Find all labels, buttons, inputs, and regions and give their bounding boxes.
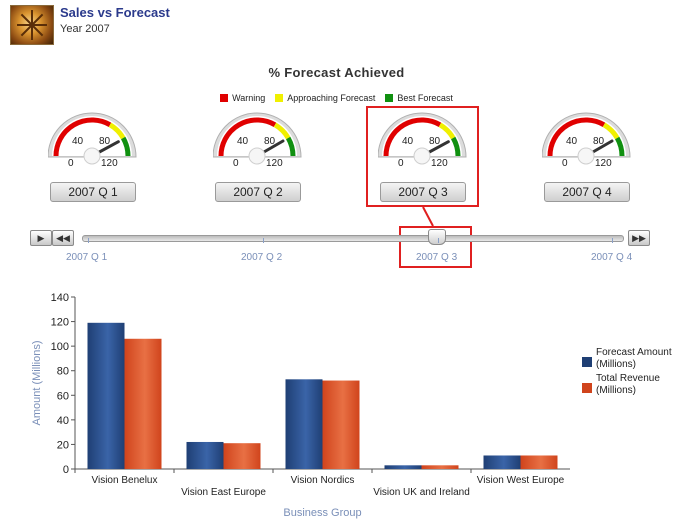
- fast-forward-icon: ▶▶: [632, 233, 646, 243]
- gauge-quarter-button[interactable]: 2007 Q 2: [215, 182, 301, 202]
- gauge-scale-label: 0: [68, 158, 74, 169]
- gauge-q1[interactable]: 0 40 80 120 2007 Q 1: [48, 108, 148, 203]
- rewind-icon: ◀◀: [56, 233, 70, 243]
- legend-item-revenue: Total Revenue (Millions): [582, 373, 672, 397]
- selected-gauge-highlight: [366, 106, 479, 207]
- bar-revenue: [421, 465, 459, 469]
- bar-revenue: [322, 380, 360, 469]
- gauge-scale-label: 0: [233, 158, 239, 169]
- bar-revenue: [520, 455, 558, 469]
- quarter-slider[interactable]: ▶ ◀◀ ▶▶: [30, 229, 652, 248]
- slider-tick-q3[interactable]: 2007 Q 3: [416, 252, 457, 263]
- legend-item-forecast: Forecast Amount (Millions): [582, 347, 672, 371]
- legend-swatch: [275, 94, 284, 102]
- legend-label-revenue: Total Revenue (Millions): [596, 373, 660, 396]
- bar-chart: 0 20 40 60 80 100 120 140 Vision Benelux Vision E…: [31, 292, 570, 519]
- slider-tick-mark: [263, 238, 264, 243]
- report-title: Sales vs Forecast: [60, 5, 170, 20]
- gauge-scale-label: 40: [237, 136, 249, 147]
- bar-forecast: [384, 465, 422, 469]
- gauge-section-title: % Forecast Achieved: [268, 65, 405, 80]
- legend-label: Approaching Forecast: [287, 93, 376, 103]
- legend-swatch: [220, 94, 229, 102]
- slider-thumb[interactable]: [428, 229, 446, 245]
- slider-tick-mark: [88, 238, 89, 243]
- y-tick-label: 20: [57, 439, 69, 451]
- gauge-q2[interactable]: 0 40 80 120 2007 Q 2: [213, 108, 313, 203]
- slider-tick-q4[interactable]: 2007 Q 4: [591, 252, 632, 263]
- y-tick-label: 120: [51, 317, 69, 329]
- gauge-hub: [577, 147, 595, 165]
- gauge-scale-label: 0: [562, 158, 568, 169]
- x-category-label: Vision Benelux: [92, 475, 158, 486]
- play-icon: ▶: [37, 233, 45, 243]
- bar-revenue: [124, 338, 162, 469]
- gauge-scale-label: 80: [99, 136, 111, 147]
- slider-tick-mark: [612, 238, 613, 243]
- gauge-scale-label: 120: [595, 158, 612, 169]
- gauge-scale-label: 80: [264, 136, 276, 147]
- bar-forecast: [87, 322, 125, 469]
- x-category-label: Vision Nordics: [291, 475, 355, 486]
- legend-swatch-revenue: [582, 383, 592, 393]
- gauge-scale-label: 120: [266, 158, 283, 169]
- bar-forecast: [285, 379, 323, 469]
- gauge-q4[interactable]: 0 40 80 120 2007 Q 4: [542, 108, 642, 203]
- gauge-scale-label: 120: [101, 158, 118, 169]
- legend-item-best: Best Forecast: [385, 93, 453, 103]
- slider-tick-q2[interactable]: 2007 Q 2: [241, 252, 282, 263]
- gauge-quarter-button[interactable]: 2007 Q 1: [50, 182, 136, 202]
- slider-track[interactable]: [82, 235, 624, 242]
- legend-label: Warning: [232, 93, 266, 103]
- bar-revenue: [223, 443, 261, 469]
- gauge-scale-label: 40: [72, 136, 84, 147]
- y-tick-label: 40: [57, 415, 69, 427]
- highlight-connector: [422, 206, 434, 227]
- play-button[interactable]: ▶: [30, 230, 52, 246]
- y-tick-label: 100: [51, 341, 69, 353]
- gauge-scale-label: 80: [593, 136, 605, 147]
- y-tick-label: 80: [57, 366, 69, 378]
- legend-swatch: [385, 94, 394, 102]
- x-category-label: Vision UK and Ireland: [373, 487, 470, 498]
- legend-swatch-forecast: [582, 357, 592, 367]
- y-tick-label: 60: [57, 390, 69, 402]
- x-axis-title: Business Group: [283, 507, 361, 519]
- gauge-hub: [83, 147, 101, 165]
- x-category-label: Vision West Europe: [477, 475, 565, 486]
- legend-item-warning: Warning: [220, 93, 265, 103]
- legend-item-approaching: Approaching Forecast: [275, 93, 375, 103]
- rewind-button[interactable]: ◀◀: [52, 230, 74, 246]
- slider-tick-q1[interactable]: 2007 Q 1: [66, 252, 107, 263]
- y-tick-label: 140: [51, 292, 69, 304]
- y-axis-title: Amount (Millions): [31, 341, 43, 426]
- fast-forward-button[interactable]: ▶▶: [628, 230, 650, 246]
- gauge-quarter-button[interactable]: 2007 Q 4: [544, 182, 630, 202]
- gauge-legend: Warning Approaching Forecast Best Foreca…: [0, 93, 673, 103]
- bar-forecast: [186, 441, 224, 469]
- legend-label: Best Forecast: [397, 93, 453, 103]
- legend-label-forecast: Forecast Amount (Millions): [596, 347, 672, 370]
- x-category-label: Vision East Europe: [181, 487, 266, 498]
- bar-forecast: [483, 455, 521, 469]
- gauge-scale-label: 40: [566, 136, 578, 147]
- report-subtitle: Year 2007: [60, 23, 110, 35]
- chart-legend: Forecast Amount (Millions) Total Revenue…: [582, 347, 672, 399]
- y-tick-label: 0: [63, 464, 69, 476]
- slider-tick-mark: [438, 238, 439, 243]
- gauge-hub: [248, 147, 266, 165]
- report-thumbnail-icon: [10, 5, 54, 45]
